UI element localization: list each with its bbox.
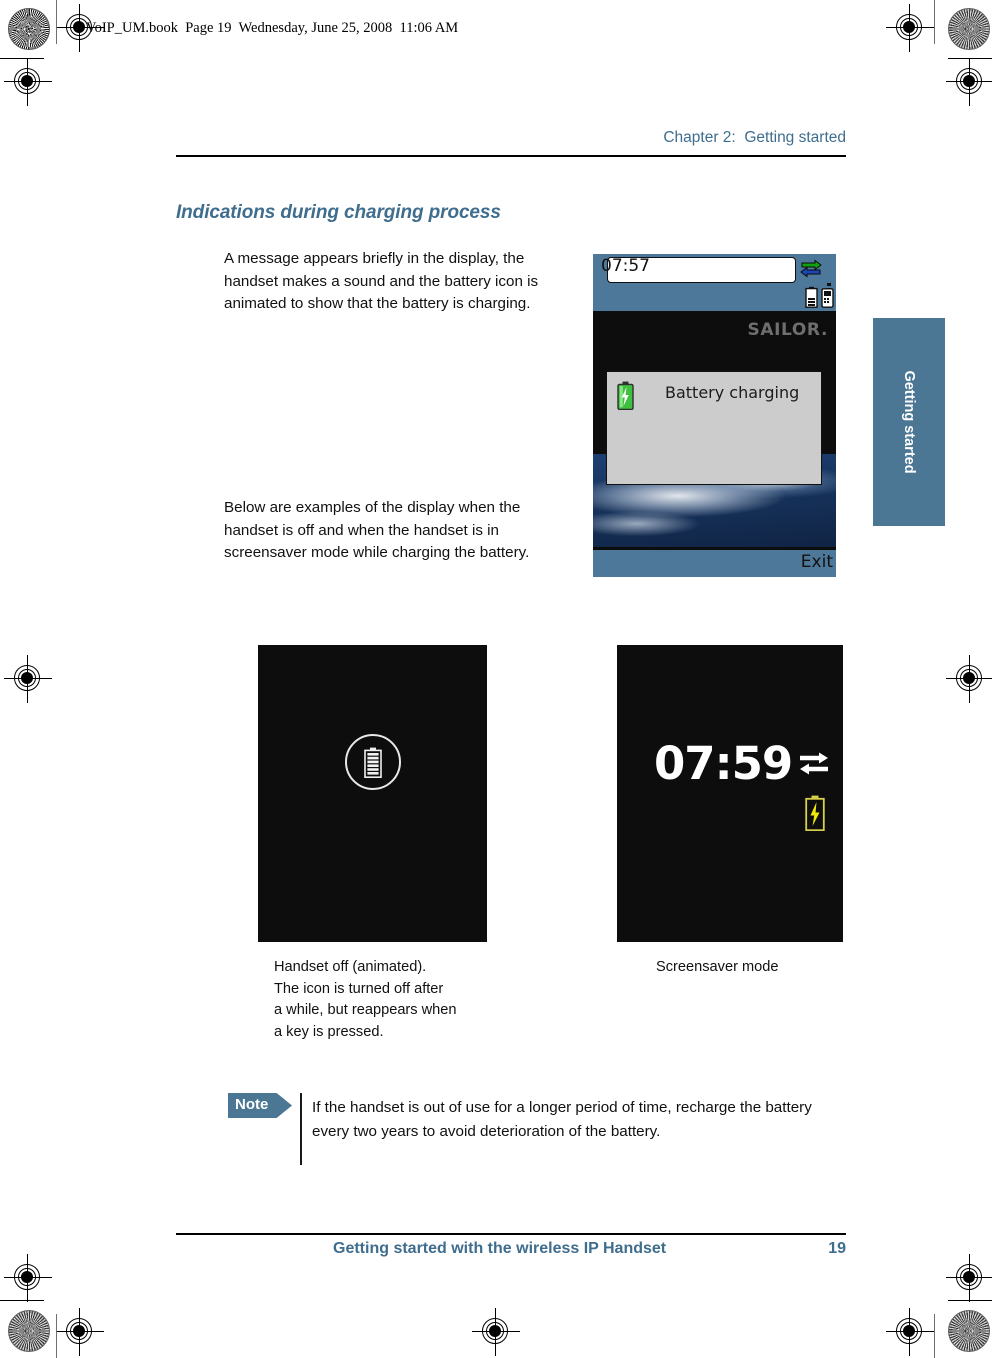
registration-mark-bottom-left-inner	[56, 1308, 104, 1356]
handset-status-time: 07:57	[601, 256, 650, 276]
registration-mark-bottom-right-inner	[886, 1308, 934, 1356]
handset-off-display	[258, 645, 487, 942]
print-starburst-mark-bottom-right	[948, 1310, 990, 1352]
battery-icon	[805, 286, 818, 308]
chapter-side-tab: Getting started	[873, 318, 945, 526]
registration-mark-left-upper	[4, 58, 52, 106]
handset-display-screenshot: 07:57 SAILOR. Battery charging Exit	[593, 254, 836, 577]
trim-line-right-vertical-bottom	[934, 1314, 935, 1358]
chapter-header: Chapter 2: Getting started	[663, 129, 846, 146]
registration-mark-left-lower	[4, 1254, 52, 1302]
screensaver-time: 07:59	[654, 737, 793, 790]
print-starburst-mark-top-left	[8, 8, 50, 50]
network-arrows-icon	[800, 752, 828, 775]
battery-charging-dialog: Battery charging	[606, 371, 822, 485]
page-title: Indications during charging process	[176, 202, 501, 223]
registration-mark-right-lower	[946, 1254, 992, 1302]
note-text: If the handset is out of use for a longe…	[312, 1099, 812, 1140]
screensaver-display: 07:59	[617, 645, 843, 942]
screensaver-caption: Screensaver mode	[656, 959, 779, 975]
trim-line-left-vertical-bottom	[56, 1314, 57, 1358]
battery-in-circle-icon	[363, 747, 382, 778]
registration-mark-bottom-center	[472, 1308, 520, 1356]
note-badge-label: Note	[235, 1096, 269, 1113]
registration-mark-right-middle	[946, 655, 992, 703]
chapter-side-tab-label: Getting started	[901, 370, 917, 474]
handset-softkey-bar: Exit	[593, 550, 836, 577]
body-paragraph-1: A message appears briefly in the display…	[224, 250, 539, 312]
handset-icon	[821, 288, 834, 308]
book-file-slug: VoIP_UM.book Page 19 Wednesday, June 25,…	[86, 20, 459, 36]
battery-charging-dialog-text: Battery charging	[665, 383, 800, 402]
battery-charging-icon	[617, 381, 634, 410]
battery-charging-icon	[805, 795, 825, 831]
footer-page-number: 19	[828, 1240, 846, 1257]
note-divider	[300, 1093, 302, 1165]
handset-off-caption: Handset off (animated). The icon is turn…	[274, 959, 457, 1040]
note-badge: Note	[228, 1093, 292, 1118]
registration-mark-top-right-inner	[886, 4, 934, 52]
trim-line-top-right	[948, 58, 992, 60]
network-arrows-icon	[800, 259, 822, 278]
exit-softkey[interactable]: Exit	[801, 552, 833, 572]
registration-mark-left-middle	[4, 655, 52, 703]
registration-mark-right-upper	[946, 58, 992, 106]
body-paragraph-2: Below are examples of the display when t…	[224, 499, 530, 561]
trim-line-right-vertical	[934, 0, 935, 44]
print-starburst-mark-bottom-left	[8, 1310, 50, 1352]
footer-rule	[176, 1233, 846, 1236]
print-starburst-mark-top-right	[948, 8, 990, 50]
trim-line-left-vertical	[56, 0, 57, 44]
trim-line-bottom-right	[948, 1300, 992, 1302]
header-rule	[176, 155, 846, 158]
sailor-brand-logo: SAILOR.	[747, 320, 828, 340]
trim-line-bottom-left	[0, 1300, 44, 1302]
trim-line-top-left	[0, 58, 44, 60]
